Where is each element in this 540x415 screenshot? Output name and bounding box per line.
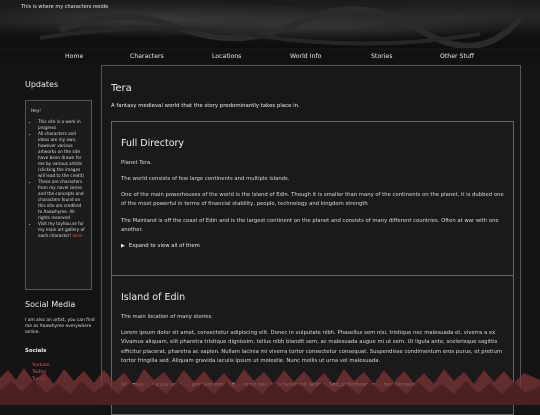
full-directory-card: Full Directory Planet Tera. The world co… bbox=[111, 121, 514, 276]
sidebar: Updates bbox=[25, 80, 93, 89]
expand-label: Expand to view all of them bbox=[128, 243, 200, 249]
page-subtitle: A fantasy medieval world that the story … bbox=[111, 103, 300, 109]
updates-greeting: Hey! bbox=[31, 108, 41, 113]
site-tagline: This is where my characters reside bbox=[21, 4, 109, 10]
update-item: All characters and ideas are my own, how… bbox=[38, 131, 86, 179]
socials-title: Socials bbox=[25, 348, 47, 354]
social-media-title: Social Media bbox=[25, 300, 76, 309]
mountain-footer-decoration bbox=[0, 368, 540, 405]
update-item: These are characters from my novel serie… bbox=[38, 179, 86, 221]
island-of-edin-heading: Island of Edin bbox=[121, 292, 186, 303]
page-title: Tera bbox=[111, 83, 132, 94]
main-content: Tera A fantasy medieval world that the s… bbox=[101, 65, 521, 415]
edin-paragraph: The main location of many stories. bbox=[121, 314, 213, 320]
updates-list: This site is a work in progress All char… bbox=[31, 119, 86, 239]
expand-directory-toggle[interactable]: ▶ Expand to view all of them bbox=[121, 243, 200, 249]
nav-stories[interactable]: Stories bbox=[371, 53, 392, 60]
header-banner: This is where my characters reside bbox=[0, 0, 540, 48]
updates-box: Hey! This site is a work in progress All… bbox=[25, 100, 92, 290]
nav-home[interactable]: Home bbox=[65, 53, 83, 60]
nav-characters[interactable]: Characters bbox=[130, 53, 164, 60]
full-directory-heading: Full Directory bbox=[121, 138, 185, 149]
nav-other-stuff[interactable]: Other Stuff bbox=[440, 53, 474, 60]
nav-world-info[interactable]: World Info bbox=[290, 53, 321, 60]
nav-locations[interactable]: Locations bbox=[212, 53, 241, 60]
directory-paragraph: The Mainland is off the coast of Edin an… bbox=[121, 218, 499, 234]
main-nav: Home Characters Locations World Info Sto… bbox=[0, 50, 540, 64]
directory-paragraph: Planet Tera. bbox=[121, 160, 152, 166]
update-item: Visit my toyhou.se for my main art galle… bbox=[38, 221, 86, 239]
triangle-right-icon: ▶ bbox=[121, 243, 125, 249]
updates-title: Updates bbox=[25, 80, 59, 89]
social-media-text: I am also an artist, you can find me as … bbox=[25, 318, 95, 336]
update-item: This site is a work in progress bbox=[38, 119, 86, 131]
directory-paragraph: The world consists of few large continen… bbox=[121, 176, 290, 182]
directory-paragraph: One of the main powerhouses of the world… bbox=[121, 192, 504, 208]
toyhouse-link[interactable]: here bbox=[73, 233, 82, 238]
